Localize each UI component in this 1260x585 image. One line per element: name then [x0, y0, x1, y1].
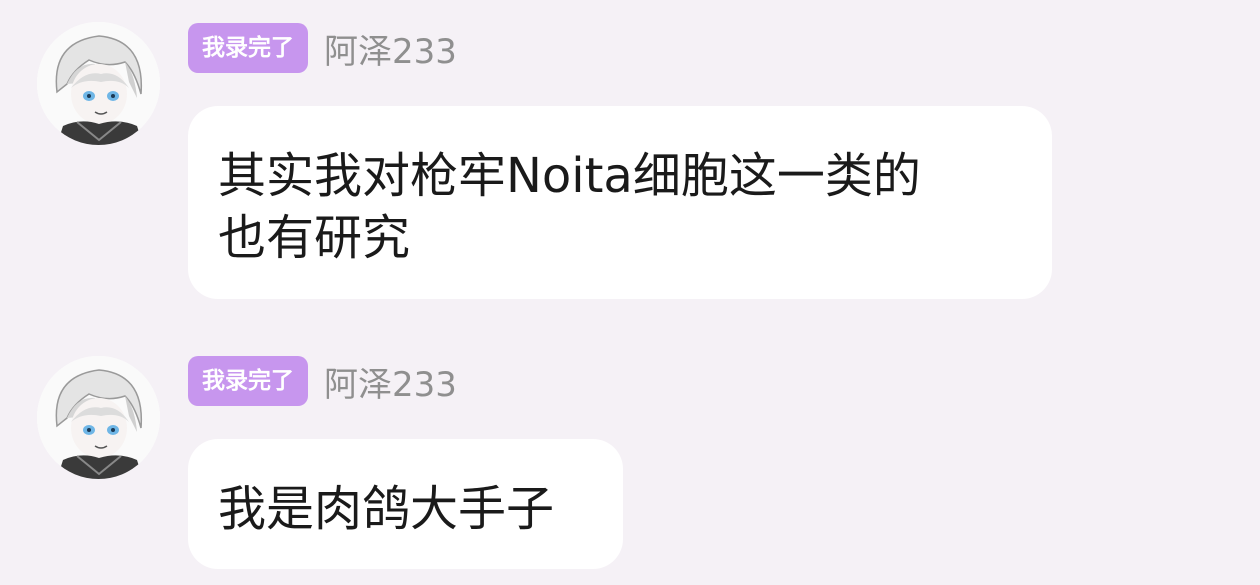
user-avatar[interactable] [37, 356, 160, 479]
message-bubble[interactable]: 其实我对枪牢Noita细胞这一类的 也有研究 [188, 106, 1052, 299]
anime-avatar-icon [37, 356, 160, 479]
message-bubble[interactable]: 我是肉鸽大手子 [188, 439, 623, 569]
user-badge[interactable]: 我录完了 [188, 356, 308, 406]
user-avatar[interactable] [37, 22, 160, 145]
message-text-line: 也有研究 [218, 210, 411, 266]
message-header: 我录完了 阿泽233 [188, 356, 457, 406]
user-badge[interactable]: 我录完了 [188, 23, 308, 73]
message-header: 我录完了 阿泽233 [188, 23, 457, 73]
message-text-line: 我是肉鸽大手子 [218, 481, 555, 537]
message-text-line: 其实我对枪牢Noita细胞这一类的 [218, 148, 921, 204]
chat-thread: 我录完了 阿泽233 其实我对枪牢Noita细胞这一类的 也有研究 我录完了 阿… [0, 0, 1260, 585]
sender-name[interactable]: 阿泽233 [324, 357, 457, 406]
anime-avatar-icon [37, 22, 160, 145]
sender-name[interactable]: 阿泽233 [324, 24, 457, 73]
